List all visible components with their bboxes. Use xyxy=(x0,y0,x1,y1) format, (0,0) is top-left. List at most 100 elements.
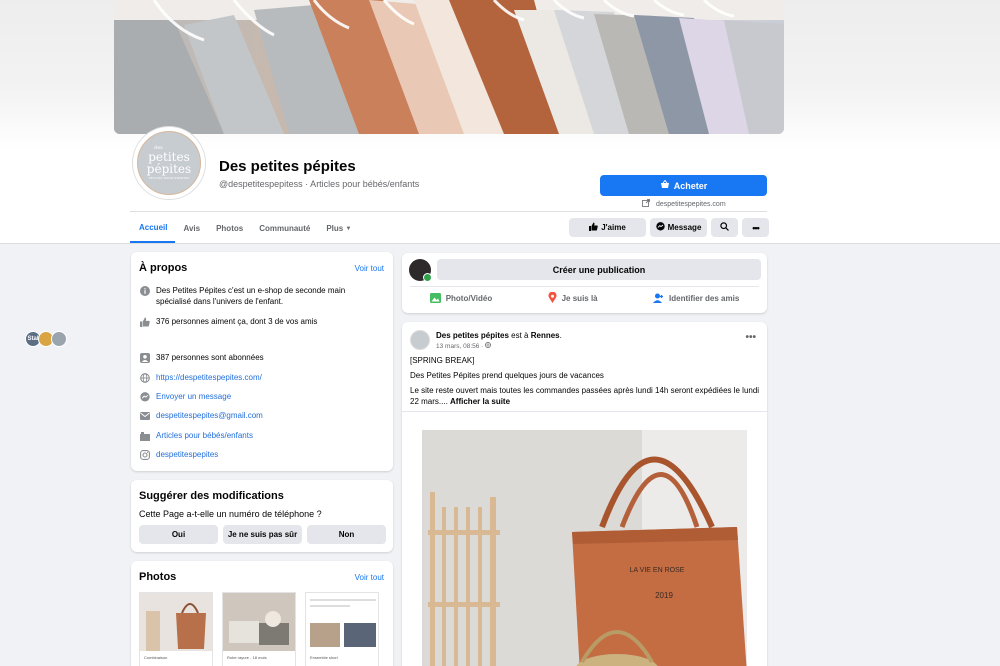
post-composer: Créer une publication Photo/Vidéo Je sui… xyxy=(402,253,767,313)
about-website[interactable]: https://despetitespepites.com/ xyxy=(140,372,262,383)
logo-tagline: SECOND HAND KIDSHOP xyxy=(148,176,190,180)
friend-avatar-label: Stal xyxy=(27,336,39,342)
about-website-link[interactable]: https://despetitespepites.com/ xyxy=(156,372,262,383)
tab-label: Avis xyxy=(183,224,201,233)
photo-caption: Ensemble short xyxy=(310,655,338,660)
globe-icon xyxy=(140,373,150,383)
post-text-line: Le site reste ouvert mais toutes les com… xyxy=(410,385,760,407)
post-header: Des petites pépites est à Rennes. xyxy=(436,331,562,340)
more-options-button[interactable]: ••• xyxy=(742,218,769,237)
post-location-prefix: est à xyxy=(511,331,529,340)
external-link-icon xyxy=(642,199,650,209)
about-see-all-link[interactable]: Voir tout xyxy=(355,264,384,273)
photo-thumbnail[interactable]: Combinaison xyxy=(139,592,213,666)
tab-photos[interactable]: Photos xyxy=(208,214,251,243)
about-description-text: Des Petites Pépites c'est un e-shop de s… xyxy=(156,286,346,306)
post-date: 13 mars, 08:56 · xyxy=(436,343,484,350)
photo-thumbnail[interactable]: Robe rayure - 18 mois xyxy=(222,592,296,666)
page-subtitle: @despetitespepitess · Articles pour bébé… xyxy=(219,179,420,189)
see-more-link[interactable]: Afficher la suite xyxy=(450,397,510,406)
messenger-icon xyxy=(655,222,665,233)
tag-friends-button[interactable]: Identifier des amis xyxy=(653,292,739,305)
search-icon xyxy=(720,222,729,233)
about-card: À propos Voir tout Des Petites Pépites c… xyxy=(131,252,393,471)
basket-icon xyxy=(660,179,670,191)
search-button[interactable] xyxy=(711,218,738,237)
post-location-link[interactable]: Rennes xyxy=(531,331,560,340)
about-category[interactable]: Articles pour bébés/enfants xyxy=(140,430,253,441)
not-sure-button[interactable]: Je ne suis pas sûr xyxy=(223,525,302,544)
thumbs-up-icon xyxy=(589,222,598,233)
about-followers: 387 personnes sont abonnées xyxy=(140,352,264,363)
post-text-line: Des Petites Pépites prend quelques jours… xyxy=(410,371,604,380)
photos-see-all-link[interactable]: Voir tout xyxy=(355,573,384,582)
logo-text-line2: pépites xyxy=(146,162,192,176)
composer-divider xyxy=(410,286,759,287)
suggest-options: Oui Je ne suis pas sûr Non xyxy=(139,525,386,544)
location-pin-icon xyxy=(548,291,557,305)
globe-icon xyxy=(485,342,492,350)
post-text: [SPRING BREAK] Des Petites Pépites prend… xyxy=(410,355,760,411)
post-text-line: [SPRING BREAK] xyxy=(410,356,475,365)
suggest-title: Suggérer des modifications xyxy=(139,490,284,502)
category-icon xyxy=(140,431,150,441)
about-instagram[interactable]: despetitespepites xyxy=(140,449,218,460)
buy-button-label: Acheter xyxy=(673,180,708,191)
tab-accueil[interactable]: Accueil xyxy=(130,214,176,243)
tab-label: Accueil xyxy=(139,223,168,232)
tab-communaute[interactable]: Communauté xyxy=(251,214,318,243)
no-button[interactable]: Non xyxy=(307,525,386,544)
post-timestamp[interactable]: 13 mars, 08:56 · xyxy=(436,342,492,350)
tab-label: Communauté xyxy=(259,224,311,233)
photo-thumbnail[interactable]: Ensemble short xyxy=(305,592,379,666)
send-message-link[interactable]: Envoyer un message xyxy=(156,391,231,402)
more-dots-icon: ••• xyxy=(752,222,760,233)
bag-print-text: LA VIE EN ROSE xyxy=(630,567,685,574)
website-link[interactable]: despetitespepites.com xyxy=(642,199,726,209)
photo-caption: Robe rayure - 18 mois xyxy=(227,655,267,660)
tab-plus[interactable]: Plus ▼ xyxy=(318,214,359,243)
suggest-edits-card: Suggérer des modifications Cette Page a-… xyxy=(131,480,393,552)
check-in-label: Je suis là xyxy=(561,294,598,303)
create-post-button[interactable]: Créer une publication xyxy=(437,259,761,280)
photos-card: Photos Voir tout Combinaison Robe rayure… xyxy=(131,561,393,666)
message-button-label: Message xyxy=(667,223,702,232)
email-link[interactable]: despetitespepites@gmail.com xyxy=(156,410,263,421)
instagram-icon xyxy=(140,450,150,460)
photo-video-button[interactable]: Photo/Vidéo xyxy=(429,292,492,305)
about-email[interactable]: despetitespepites@gmail.com xyxy=(140,410,263,421)
followers-icon xyxy=(140,353,150,363)
post-author-avatar[interactable] xyxy=(410,330,430,350)
post-options-button[interactable]: ••• xyxy=(745,332,756,343)
photo-thumbnails: Combinaison Robe rayure - 18 mois Ensemb… xyxy=(139,592,379,666)
page-avatar[interactable]: des petites pépites SECOND HAND KIDSHOP xyxy=(133,127,205,199)
about-send-message[interactable]: Envoyer un message xyxy=(140,391,231,402)
composer-actions: Photo/Vidéo Je suis là Identifier des am… xyxy=(402,291,767,305)
post-image[interactable]: LA VIE EN ROSE 2019 xyxy=(402,412,767,666)
category-link[interactable]: Articles pour bébés/enfants xyxy=(156,430,253,441)
about-likes: 376 personnes aiment ça, dont 3 de vos a… xyxy=(140,316,317,327)
like-button[interactable]: J'aime xyxy=(569,218,646,237)
buy-button[interactable]: Acheter xyxy=(600,175,767,196)
yes-button[interactable]: Oui xyxy=(139,525,218,544)
header-divider xyxy=(130,211,767,212)
tab-avis[interactable]: Avis xyxy=(175,214,208,243)
user-avatar[interactable] xyxy=(409,259,432,282)
cover-photo[interactable] xyxy=(114,0,784,134)
tab-label: Photos xyxy=(216,224,244,233)
friends-avatars: Stal xyxy=(25,331,67,347)
tag-people-icon xyxy=(653,293,664,305)
caret-down-icon: ▼ xyxy=(345,225,352,232)
like-button-label: J'aime xyxy=(601,223,626,232)
about-description: Des Petites Pépites c'est un e-shop de s… xyxy=(140,285,380,307)
instagram-link[interactable]: despetitespepites xyxy=(156,449,218,460)
messenger-icon xyxy=(140,392,150,402)
page-tabs: Accueil Avis Photos Communauté Plus ▼ xyxy=(130,214,359,244)
photos-title: Photos xyxy=(139,571,177,583)
message-button[interactable]: Message xyxy=(650,218,707,237)
about-likes-text: 376 personnes aiment ça, dont 3 de vos a… xyxy=(156,317,318,326)
about-title: À propos xyxy=(139,262,188,274)
post-author-link[interactable]: Des petites pépites xyxy=(436,331,509,340)
friend-avatar[interactable] xyxy=(51,331,67,347)
check-in-button[interactable]: Je suis là xyxy=(548,291,598,305)
